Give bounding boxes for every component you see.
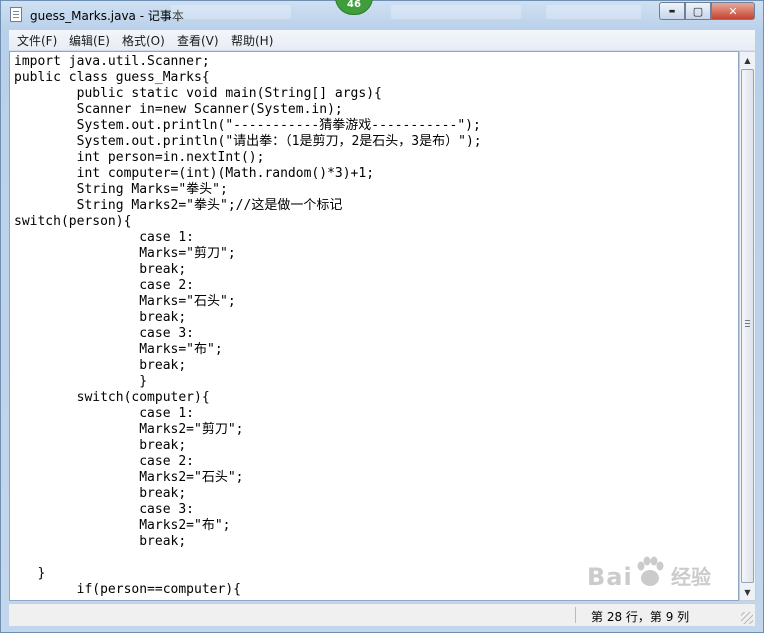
code-line[interactable]: Marks="剪刀"; — [14, 246, 738, 262]
code-line[interactable]: Marks="布"; — [14, 342, 738, 358]
title-bar[interactable]: guess_Marks.java - 记事本 46 ▬ ▢ ✕ — [1, 0, 763, 29]
code-line[interactable]: public static void main(String[] args){ — [14, 86, 738, 102]
code-line[interactable]: break; — [14, 262, 738, 278]
code-line[interactable]: Marks="石头"; — [14, 294, 738, 310]
watermark-brand-suffix: 经验 — [671, 565, 711, 589]
status-bar: 第 28 行，第 9 列 — [9, 603, 755, 626]
code-line[interactable]: int computer=(int)(Math.random()*3)+1; — [14, 166, 738, 182]
code-line[interactable]: String Marks="拳头"; — [14, 182, 738, 198]
code-line[interactable]: String Marks2="拳头";//这是做一个标记 — [14, 198, 738, 214]
code-line[interactable]: case 2: — [14, 278, 738, 294]
window-title: guess_Marks.java - 记事本 — [30, 9, 184, 23]
scroll-up-arrow-icon[interactable]: ▲ — [740, 52, 755, 68]
code-line[interactable]: case 3: — [14, 502, 738, 518]
code-line[interactable]: Marks2="剪刀"; — [14, 422, 738, 438]
notepad-window: guess_Marks.java - 记事本 46 ▬ ▢ ✕ 文件(F) 编辑… — [0, 0, 764, 633]
code-line[interactable]: case 1: — [14, 406, 738, 422]
maximize-button[interactable]: ▢ — [685, 2, 711, 20]
status-divider — [575, 607, 576, 623]
watermark-brand: Bai — [587, 563, 633, 591]
minimize-icon: ▬ — [668, 7, 676, 15]
scroll-grip-icon — [745, 320, 750, 321]
code-line[interactable]: import java.util.Scanner; — [14, 54, 738, 70]
code-line[interactable]: case 2: — [14, 454, 738, 470]
menu-view[interactable]: 查看(V) — [177, 32, 219, 49]
cursor-position: 第 28 行，第 9 列 — [591, 610, 690, 624]
code-line[interactable]: case 1: — [14, 230, 738, 246]
code-line[interactable]: case 3: — [14, 326, 738, 342]
menu-bar: 文件(F) 编辑(E) 格式(O) 查看(V) 帮助(H) — [9, 30, 755, 51]
code-line[interactable]: int person=in.nextInt(); — [14, 150, 738, 166]
resize-grip-icon[interactable] — [741, 612, 753, 624]
code-content[interactable]: import java.util.Scanner; public class gu… — [10, 52, 738, 598]
vertical-scrollbar[interactable]: ▲ ▼ — [739, 51, 756, 601]
scroll-thumb[interactable] — [741, 69, 754, 583]
code-line[interactable]: Marks2="布"; — [14, 518, 738, 534]
code-line[interactable]: break; — [14, 534, 738, 550]
code-line[interactable]: Scanner in=new Scanner(System.in); — [14, 102, 738, 118]
code-line[interactable]: System.out.println("请出拳：（1是剪刀，2是石头，3是布）"… — [14, 134, 738, 150]
code-line[interactable]: break; — [14, 486, 738, 502]
notepad-app-icon[interactable] — [10, 7, 22, 22]
maximize-icon: ▢ — [692, 4, 704, 18]
code-line[interactable]: break; — [14, 358, 738, 374]
text-editor[interactable]: import java.util.Scanner; public class gu… — [9, 51, 739, 601]
taskbar-ghost-3 — [546, 5, 641, 19]
notification-badge: 46 — [335, 0, 373, 15]
code-line[interactable]: public class guess_Marks{ — [14, 70, 738, 86]
code-line[interactable]: break; — [14, 438, 738, 454]
menu-file[interactable]: 文件(F) — [17, 32, 57, 49]
minimize-button[interactable]: ▬ — [659, 2, 685, 20]
code-line[interactable]: Marks2="石头"; — [14, 470, 738, 486]
code-line[interactable]: System.out.println("-----------猜拳游戏-----… — [14, 118, 738, 134]
menu-help[interactable]: 帮助(H) — [231, 32, 273, 49]
code-line[interactable]: switch(person){ — [14, 214, 738, 230]
menu-edit[interactable]: 编辑(E) — [69, 32, 110, 49]
code-line[interactable]: } — [14, 374, 738, 390]
taskbar-ghost-1 — [171, 5, 291, 19]
code-line[interactable]: switch(computer){ — [14, 390, 738, 406]
baidu-watermark: Bai 经验 — [583, 556, 723, 597]
taskbar-ghost-2 — [391, 5, 521, 19]
menu-format[interactable]: 格式(O) — [122, 32, 165, 49]
window-controls: ▬ ▢ ✕ — [659, 2, 755, 20]
close-button[interactable]: ✕ — [711, 2, 755, 20]
paw-icon — [637, 556, 664, 586]
scroll-down-arrow-icon[interactable]: ▼ — [740, 584, 755, 600]
code-line[interactable]: break; — [14, 310, 738, 326]
close-icon: ✕ — [728, 4, 738, 18]
